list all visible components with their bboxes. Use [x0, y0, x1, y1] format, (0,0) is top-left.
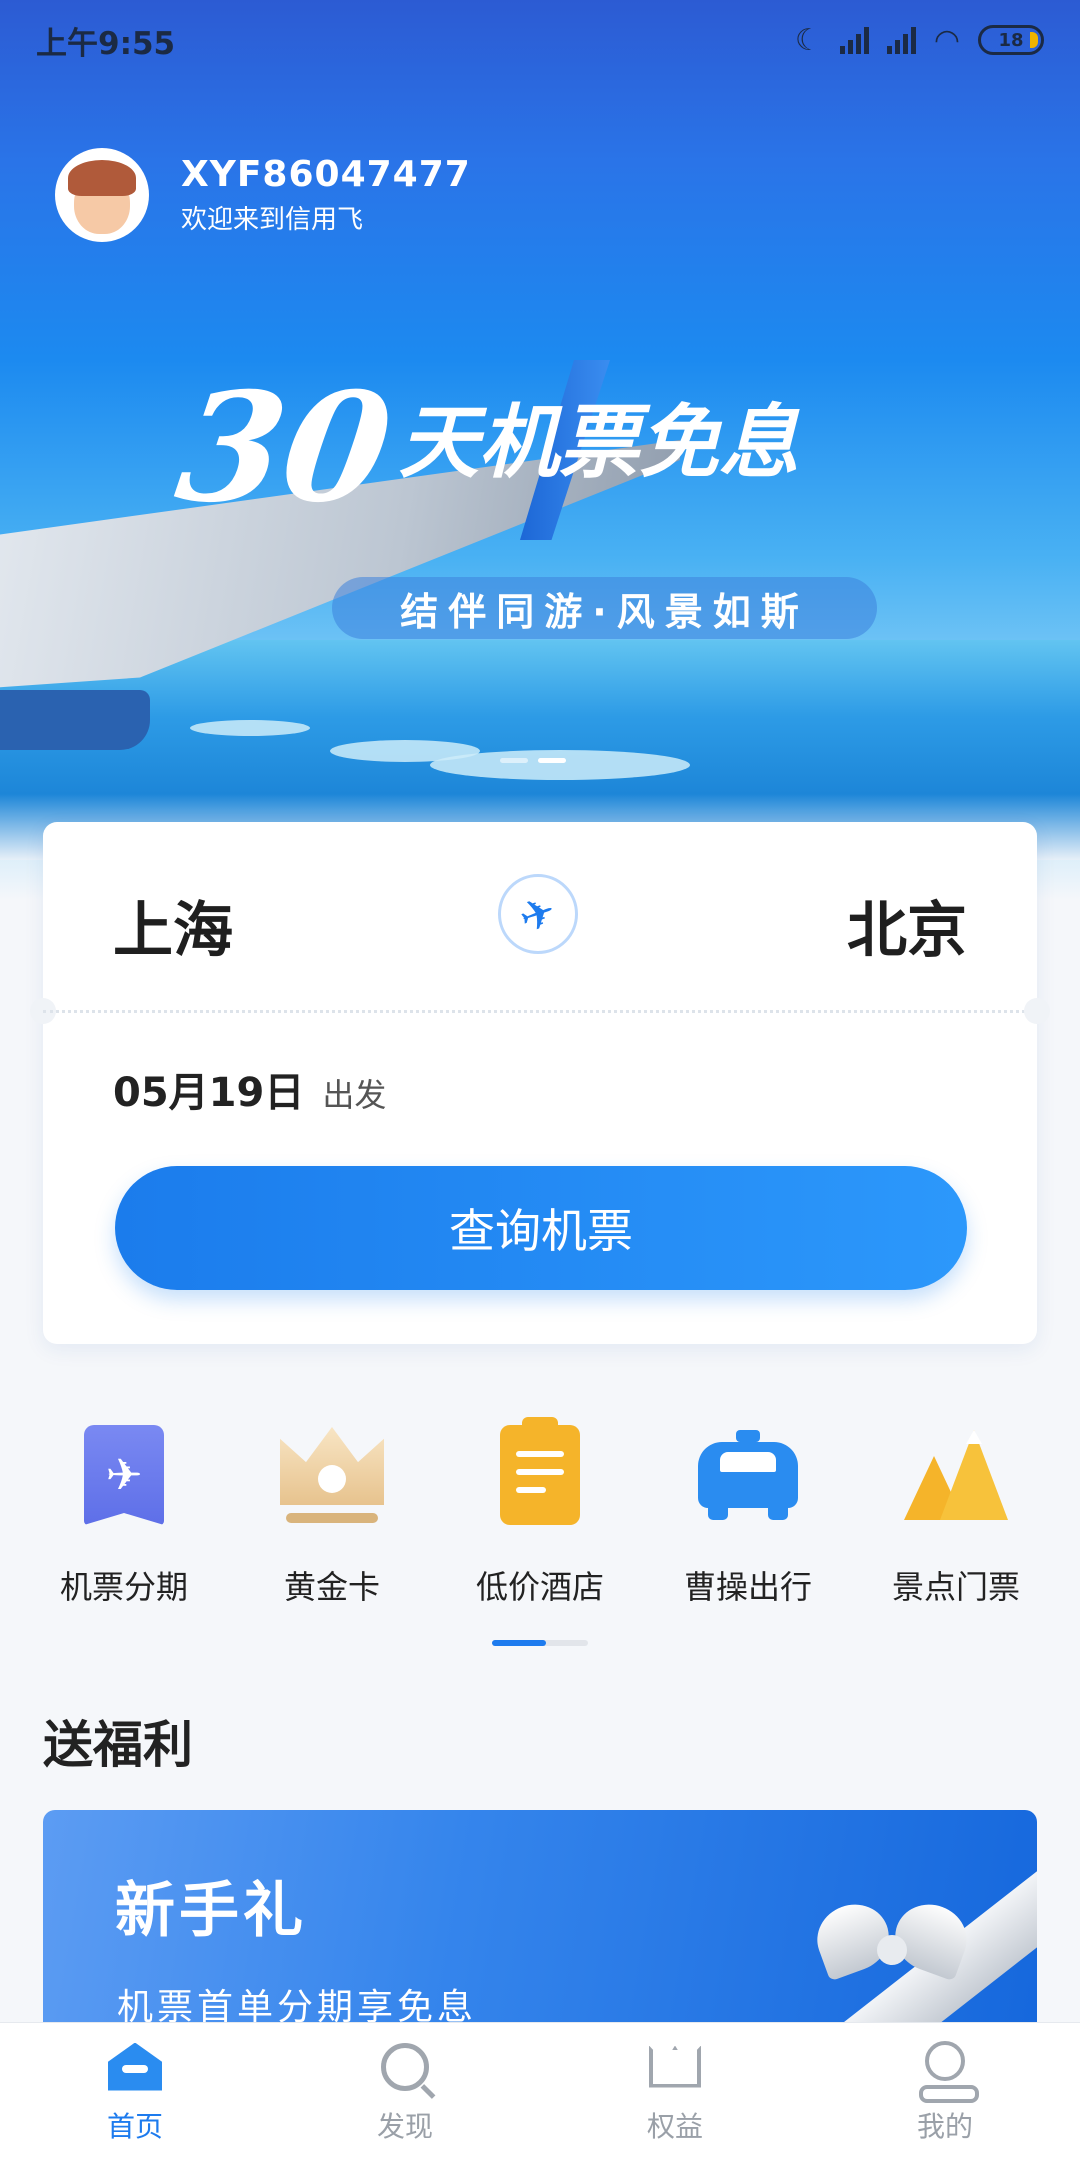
nav-label: 首页: [106, 2109, 163, 2143]
user-icon: [917, 2039, 979, 2103]
moon-icon: ☾: [794, 22, 822, 58]
car-icon: [693, 1420, 803, 1530]
island: [430, 750, 690, 780]
quick-entry-gold-card[interactable]: 黄金卡: [232, 1420, 432, 1608]
quick-entries: ✈ 机票分期 黄金卡 低价酒店 曹操出行 景点门票: [0, 1417, 1080, 1608]
banner-headline-number: 30: [167, 360, 402, 536]
swap-cities-button[interactable]: ✈: [498, 874, 578, 954]
gift-bow-icon: [807, 1894, 977, 2015]
banner-headline-text: 天机票免息: [398, 395, 799, 489]
welcome-text: 欢迎来到信用飞: [181, 205, 364, 235]
battery-icon: 18: [978, 25, 1044, 55]
user-info: XYF86047477 欢迎来到信用飞: [181, 154, 471, 236]
promo-title: 新手礼: [115, 1876, 307, 1946]
crown-icon: [647, 2039, 703, 2095]
status-icons: ☾ ◠ 18: [795, 23, 1044, 58]
benefits-section-title: 送福利: [43, 1716, 193, 1774]
status-bar: 上午9:55 ☾ ◠ 18: [36, 18, 1044, 62]
wifi-icon: ◠: [933, 22, 960, 58]
avatar[interactable]: [55, 148, 149, 242]
crown-icon: [277, 1420, 387, 1530]
search-flights-button[interactable]: 查询机票: [115, 1166, 967, 1290]
banner-subline: 结伴同游·风景如斯: [332, 577, 877, 639]
quick-entry-installment[interactable]: ✈ 机票分期: [24, 1420, 224, 1608]
battery-level: 18: [998, 29, 1024, 51]
nav-discover[interactable]: 发现: [305, 2039, 505, 2145]
ticket-plane-icon: ✈: [69, 1420, 179, 1530]
banner-pagination: [500, 758, 566, 763]
banner-dot-active: [538, 758, 566, 763]
banner-headline: 30天机票免息: [168, 360, 799, 536]
dotted-divider: [43, 1010, 1037, 1013]
departure-date[interactable]: 05月19日 出发: [113, 1060, 386, 1118]
quick-entry-label: 机票分期: [59, 1568, 188, 1606]
quick-entry-label: 景点门票: [891, 1568, 1020, 1606]
scroll-indicator-thumb: [492, 1640, 546, 1646]
island: [190, 720, 310, 736]
flight-search-card: 上海 ✈ 北京 05月19日 出发 查询机票: [30, 822, 1050, 1344]
clipboard-check-icon: [485, 1417, 595, 1530]
quick-entry-hotel[interactable]: 低价酒店: [440, 1417, 640, 1608]
date-value: 05月19日: [113, 1070, 305, 1116]
hero-banner[interactable]: 上午9:55 ☾ ◠ 18 XYF86047477 欢迎来到信用飞 30天机票免…: [0, 0, 1080, 900]
search-icon: [377, 2039, 433, 2095]
airplane-icon: ✈: [513, 884, 563, 944]
home-icon: [107, 2039, 163, 2095]
banner-dot: [500, 758, 528, 763]
quick-entry-label: 黄金卡: [283, 1568, 380, 1606]
nav-mine[interactable]: 我的: [845, 2039, 1045, 2145]
quick-entry-label: 低价酒店: [475, 1568, 604, 1606]
departure-city[interactable]: 上海: [113, 882, 233, 969]
nav-label: 权益: [646, 2109, 703, 2143]
arrival-city[interactable]: 北京: [847, 882, 967, 969]
signal-icon: [886, 26, 916, 54]
quick-entries-scroll-indicator: [492, 1640, 588, 1646]
ticket-notch: [1024, 998, 1050, 1024]
mountain-icon: [901, 1420, 1011, 1530]
bottom-navigation: 首页 发现 权益 我的: [0, 2022, 1080, 2160]
nav-home[interactable]: 首页: [35, 2039, 235, 2145]
nav-label: 我的: [916, 2109, 973, 2143]
signal-icon: [839, 26, 869, 54]
username: XYF86047477: [181, 154, 471, 195]
quick-entry-attraction[interactable]: 景点门票: [856, 1420, 1056, 1608]
user-header[interactable]: XYF86047477 欢迎来到信用飞: [55, 148, 471, 242]
nav-benefits[interactable]: 权益: [575, 2039, 775, 2145]
date-suffix: 出发: [322, 1076, 387, 1114]
airplane-engine: [0, 690, 150, 750]
nav-label: 发现: [376, 2109, 433, 2143]
quick-entry-label: 曹操出行: [683, 1568, 812, 1606]
quick-entry-ride[interactable]: 曹操出行: [648, 1420, 848, 1608]
status-time: 上午9:55: [36, 25, 176, 62]
avatar-face: [68, 160, 136, 234]
